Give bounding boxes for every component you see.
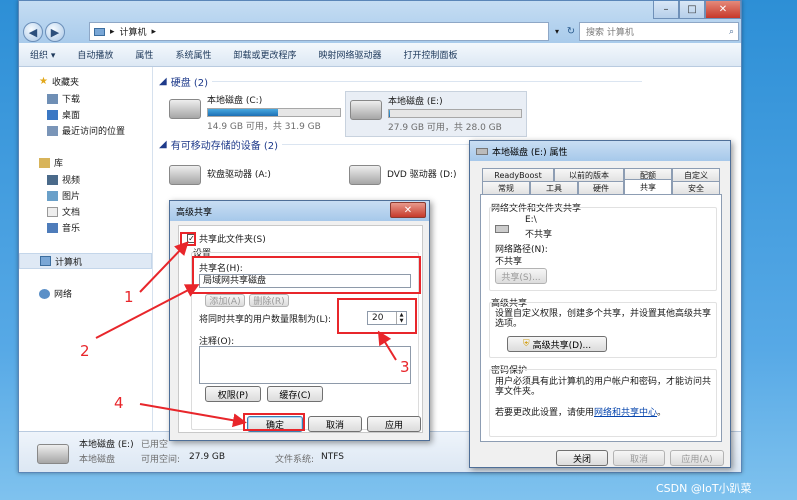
annotation-label-4: 4 [114, 394, 124, 412]
annotation-label-1: 1 [124, 288, 134, 306]
annotation-arrows [95, 241, 397, 428]
annotation-label-3: 3 [400, 358, 410, 376]
annotation-label-2: 2 [80, 342, 90, 360]
watermark: CSDN @IoT小趴菜 [656, 482, 752, 495]
